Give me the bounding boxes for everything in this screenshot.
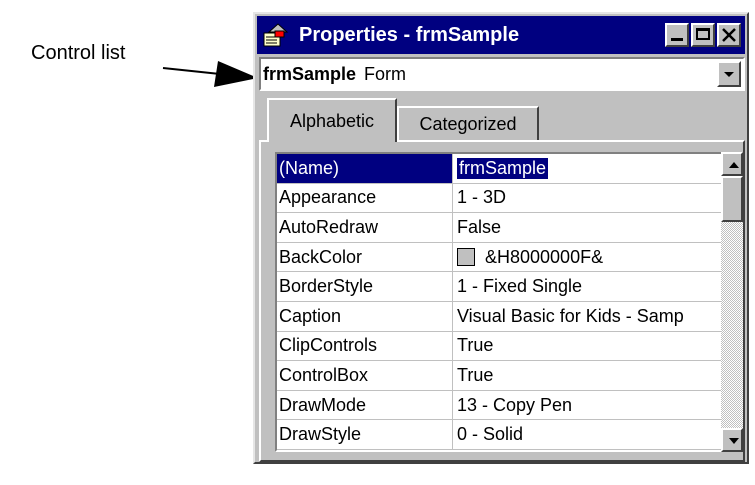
properties-panel: (Name) frmSample Appearance 1 - 3D AutoR…	[259, 140, 745, 462]
scroll-down-button[interactable]	[721, 428, 743, 452]
minimize-icon	[671, 38, 683, 41]
property-row-appearance[interactable]: Appearance 1 - 3D	[277, 183, 721, 214]
property-name: BorderStyle	[277, 272, 453, 301]
property-value[interactable]: frmSample	[453, 154, 721, 183]
property-value[interactable]: Visual Basic for Kids - Samp	[453, 302, 721, 331]
properties-window: Properties - frmSample frmSample Form Al…	[253, 12, 749, 464]
close-icon	[722, 28, 736, 42]
minimize-button[interactable]	[665, 23, 689, 47]
property-value[interactable]: 13 - Copy Pen	[453, 391, 721, 420]
property-name: ClipControls	[277, 331, 453, 361]
property-value[interactable]: 1 - Fixed Single	[453, 272, 721, 301]
chevron-up-icon	[729, 162, 739, 168]
property-value[interactable]: True	[453, 361, 721, 390]
close-button[interactable]	[717, 23, 741, 47]
property-value[interactable]: &H8000000F&	[453, 243, 721, 272]
property-row-clipcontrols[interactable]: ClipControls True	[277, 331, 721, 362]
property-row-caption[interactable]: Caption Visual Basic for Kids - Samp	[277, 301, 721, 332]
maximize-button[interactable]	[691, 23, 715, 47]
maximize-icon	[696, 28, 710, 40]
object-name: frmSample	[263, 63, 357, 84]
property-row-controlbox[interactable]: ControlBox True	[277, 361, 721, 391]
property-name: Appearance	[277, 183, 453, 213]
property-value[interactable]: 1 - 3D	[453, 184, 721, 213]
combo-dropdown-button[interactable]	[717, 61, 741, 87]
chevron-down-icon	[724, 72, 734, 77]
property-name: DrawStyle	[277, 420, 453, 449]
property-name: BackColor	[277, 242, 453, 272]
vertical-scrollbar[interactable]	[721, 152, 743, 452]
property-name: AutoRedraw	[277, 213, 453, 242]
chevron-down-icon	[729, 438, 739, 444]
properties-window-icon	[263, 23, 289, 47]
title-bar[interactable]: Properties - frmSample	[257, 16, 745, 54]
object-combo-box[interactable]: frmSample Form	[259, 57, 745, 91]
color-swatch	[457, 248, 475, 267]
property-name: ControlBox	[277, 361, 453, 390]
scroll-thumb[interactable]	[721, 176, 743, 222]
property-name: DrawMode	[277, 390, 453, 420]
object-type: Form	[364, 63, 407, 84]
window-title: Properties - frmSample	[299, 23, 520, 46]
property-row-drawmode[interactable]: DrawMode 13 - Copy Pen	[277, 390, 721, 421]
tab-categorized[interactable]: Categorized	[397, 106, 539, 140]
tab-alphabetic[interactable]: Alphabetic	[267, 98, 397, 142]
property-row-name[interactable]: (Name) frmSample	[277, 154, 721, 184]
scroll-up-button[interactable]	[721, 152, 743, 176]
property-row-autoredraw[interactable]: AutoRedraw False	[277, 213, 721, 243]
property-name: (Name)	[277, 154, 453, 183]
property-grid: (Name) frmSample Appearance 1 - 3D AutoR…	[275, 152, 721, 452]
property-name: Caption	[277, 301, 453, 331]
property-row-drawstyle[interactable]: DrawStyle 0 - Solid	[277, 420, 721, 450]
property-value[interactable]: 0 - Solid	[453, 420, 721, 449]
property-row-borderstyle[interactable]: BorderStyle 1 - Fixed Single	[277, 272, 721, 302]
property-row-backcolor[interactable]: BackColor &H8000000F&	[277, 242, 721, 273]
property-value[interactable]: False	[453, 213, 721, 242]
property-value[interactable]: True	[453, 332, 721, 361]
control-list-callout: Control list	[31, 42, 126, 64]
